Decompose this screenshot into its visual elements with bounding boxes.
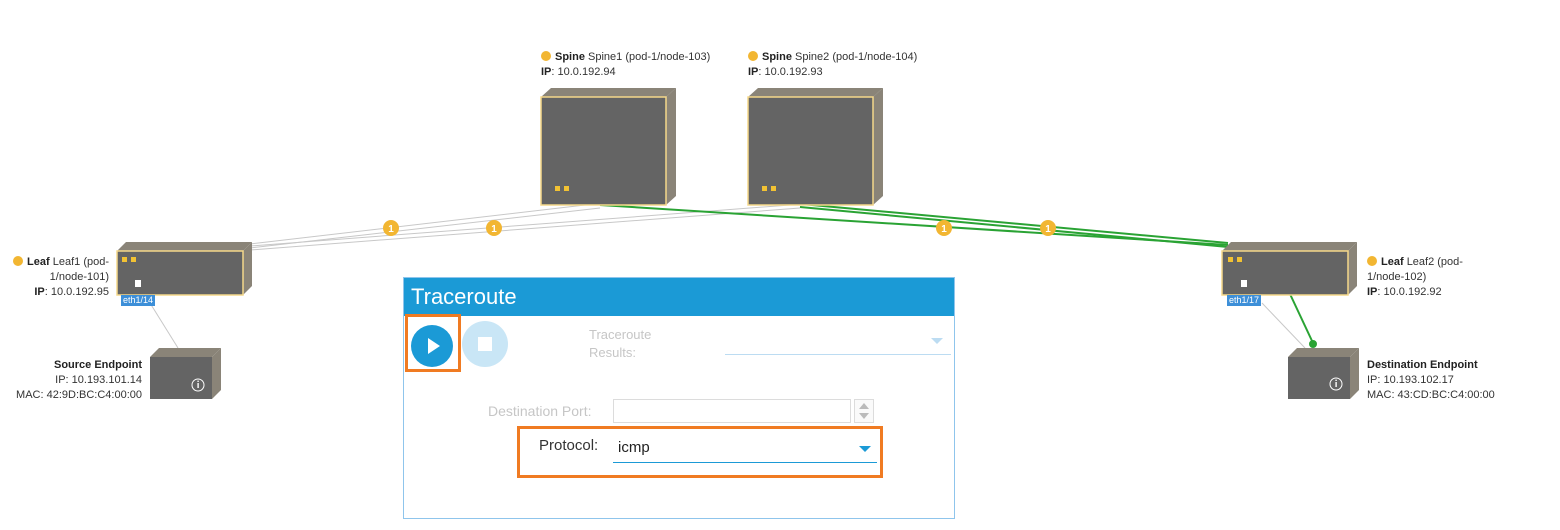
- warning-icon[interactable]: [541, 51, 551, 61]
- spine1-ip: : 10.0.192.94: [551, 66, 616, 78]
- source-endpoint-device[interactable]: [150, 348, 221, 399]
- leaf2-type: Leaf: [1381, 256, 1404, 268]
- spine2-ip: : 10.0.192.93: [758, 66, 823, 78]
- leaf1-port-tag[interactable]: eth1/14: [121, 295, 156, 306]
- leaf2-name-cont: 1/node-102): [1367, 271, 1427, 283]
- destination-endpoint-mac: MAC: 43:CD:BC:C4:00:00: [1367, 389, 1495, 401]
- link-badge-count: 1: [388, 224, 394, 235]
- leaf1-name-cont: 1/node-101): [49, 271, 109, 283]
- traceroute-results-label: Traceroute Results:: [589, 327, 652, 360]
- warning-icon[interactable]: [1367, 256, 1377, 266]
- destination-endpoint-title: Destination Endpoint: [1367, 359, 1478, 371]
- destination-endpoint-ip: IP: 10.193.102.17: [1367, 374, 1454, 386]
- protocol-select[interactable]: icmp: [613, 433, 877, 463]
- spine2-label: Spine Spine2 (pod-1/node-104) IP: 10.0.1…: [748, 50, 917, 80]
- stop-traceroute-button[interactable]: [462, 321, 508, 367]
- traceroute-results-select[interactable]: [725, 352, 951, 355]
- leaf1-ip: : 10.0.192.95: [44, 286, 109, 298]
- link-leaf1-source: [149, 302, 179, 349]
- traceroute-panel: Traceroute Traceroute Results: Destinati…: [403, 277, 955, 519]
- leaf2-ip: : 10.0.192.92: [1377, 286, 1442, 298]
- leaf2-device[interactable]: [1221, 242, 1357, 296]
- protocol-value: icmp: [618, 439, 650, 456]
- path-spine2-leaf2-a: [789, 202, 1229, 244]
- leaf2-label: Leaf Leaf2 (pod- 1/node-102) IP: 10.0.19…: [1367, 255, 1463, 300]
- source-endpoint-label: Source Endpoint IP: 10.193.101.14 MAC: 4…: [2, 358, 142, 403]
- link-badge-count: 1: [941, 224, 947, 235]
- leaf2-ip-label: IP: [1367, 286, 1378, 298]
- spine1-type: Spine: [555, 51, 585, 63]
- protocol-label: Protocol:: [539, 437, 599, 454]
- warning-icon[interactable]: [13, 256, 24, 266]
- leaf1-label: Leaf Leaf1 (pod- 1/node-101) IP: 10.0.19…: [9, 255, 109, 300]
- source-endpoint-mac: MAC: 42:9D:BC:C4:00:00: [16, 389, 142, 401]
- destination-port-input[interactable]: [613, 399, 851, 423]
- destination-port-stepper[interactable]: [854, 399, 874, 423]
- link-badge-count: 1: [1045, 224, 1051, 235]
- chevron-up-icon[interactable]: [859, 403, 869, 409]
- leaf2-name: Leaf2 (pod-: [1406, 256, 1463, 268]
- destination-endpoint-label: Destination Endpoint IP: 10.193.102.17 M…: [1367, 358, 1495, 403]
- spine1-ip-label: IP: [541, 66, 552, 78]
- spine1-label: Spine Spine1 (pod-1/node-103) IP: 10.0.1…: [541, 50, 710, 80]
- source-endpoint-ip: IP: 10.193.101.14: [55, 374, 142, 386]
- link-leaf1-spine2-b: [249, 207, 801, 251]
- spine1-name: Spine1 (pod-1/node-103): [588, 51, 711, 63]
- spine2-type: Spine: [762, 51, 792, 63]
- leaf2-port-tag[interactable]: eth1/17: [1227, 295, 1262, 306]
- source-endpoint-title: Source Endpoint: [54, 359, 142, 371]
- link-badge-count: 1: [491, 224, 497, 235]
- chevron-down-icon[interactable]: [859, 446, 871, 452]
- link-leaf2-dest-gray: [1261, 302, 1306, 349]
- warning-icon[interactable]: [748, 51, 758, 61]
- chevron-down-icon[interactable]: [931, 338, 943, 344]
- destination-endpoint-device[interactable]: [1288, 348, 1359, 399]
- spine2-ip-label: IP: [748, 66, 759, 78]
- spine2-name: Spine2 (pod-1/node-104): [795, 51, 918, 63]
- traceroute-panel-title: Traceroute: [404, 278, 954, 316]
- leaf1-type: Leaf: [27, 256, 50, 268]
- destination-port-label: Destination Port:: [488, 403, 592, 419]
- leaf1-name: Leaf1 (pod-: [52, 256, 109, 268]
- leaf1-device[interactable]: [116, 242, 252, 296]
- run-traceroute-button[interactable]: [411, 325, 453, 367]
- path-spine2-leaf2-b: [799, 206, 1229, 248]
- path-arrow: [1309, 340, 1317, 348]
- leaf1-ip-label: IP: [34, 286, 45, 298]
- chevron-down-icon[interactable]: [859, 413, 869, 419]
- spine2-device[interactable]: [747, 88, 883, 206]
- spine1-device[interactable]: [540, 88, 676, 206]
